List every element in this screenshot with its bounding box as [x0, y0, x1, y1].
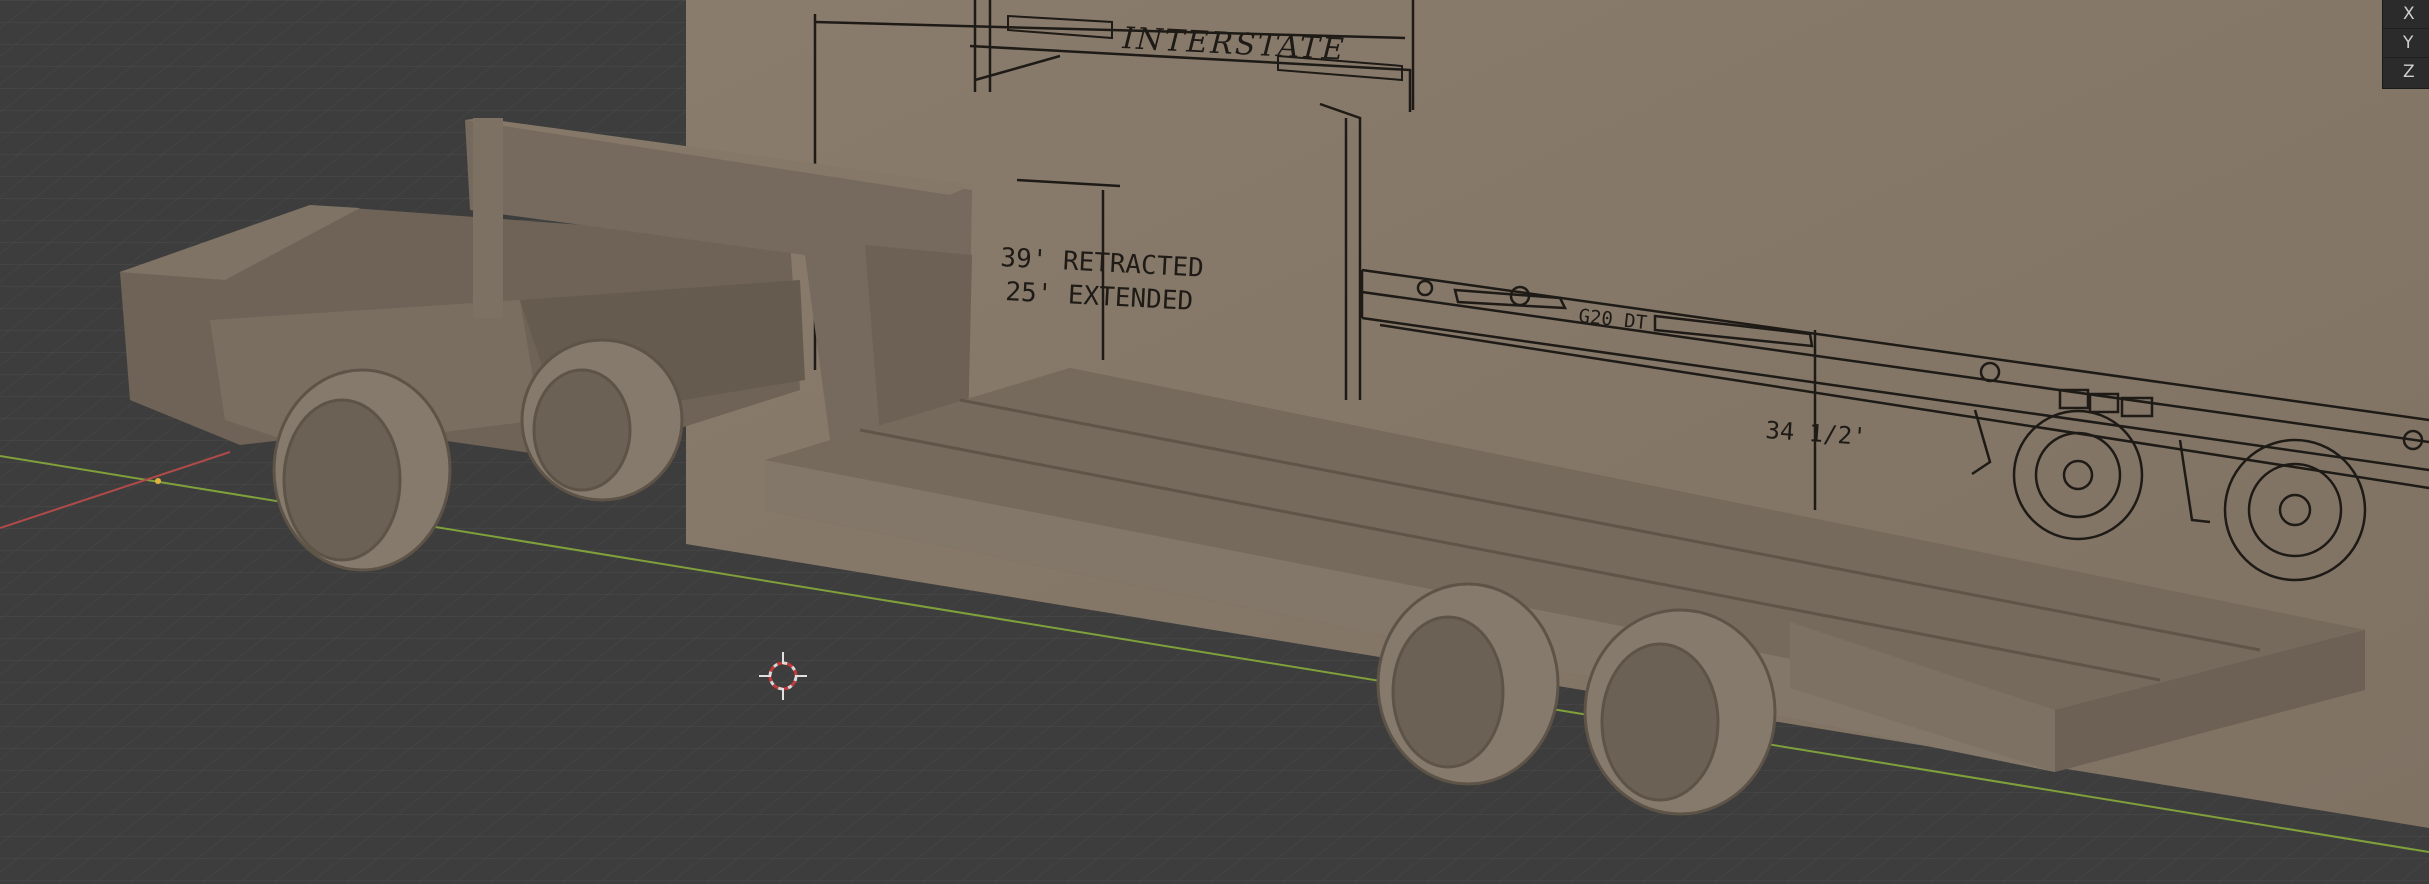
- axis-row-y[interactable]: Y: [2383, 29, 2429, 58]
- axis-row-x[interactable]: X: [2383, 0, 2429, 29]
- 3d-viewport[interactable]: INTERSTATE 39' RETRACTED 25' EXTENDED G2…: [0, 0, 2429, 884]
- axis-sidebar-panel[interactable]: X Y Z: [2382, 0, 2429, 89]
- world-origin-marker: [155, 478, 161, 484]
- viewport-scene[interactable]: INTERSTATE 39' RETRACTED 25' EXTENDED G2…: [0, 0, 2429, 884]
- axis-row-z[interactable]: Z: [2383, 58, 2429, 87]
